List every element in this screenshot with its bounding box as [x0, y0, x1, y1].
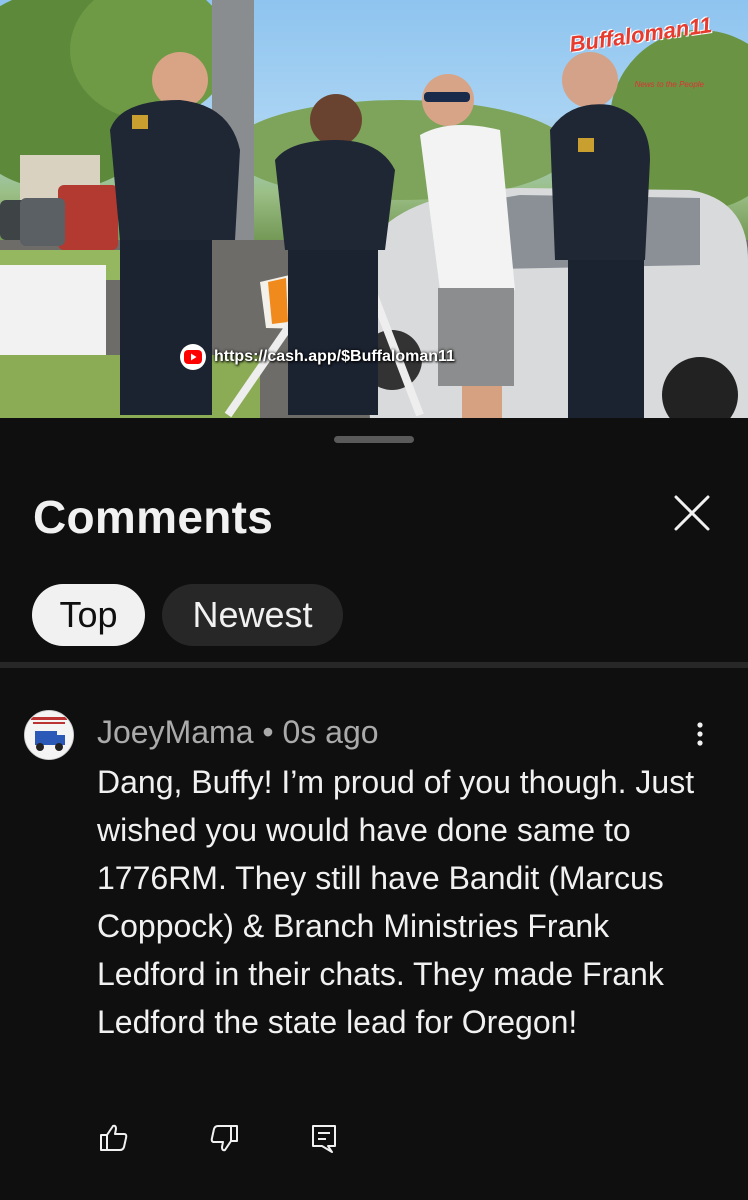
avatar[interactable] — [24, 710, 74, 760]
comment-time: 0s ago — [282, 714, 379, 750]
video-overlay-link[interactable]: https://cash.app/$Buffaloman11 — [180, 344, 455, 370]
close-icon — [674, 495, 710, 531]
dislike-icon — [210, 1125, 238, 1152]
like-button[interactable] — [96, 1120, 132, 1156]
youtube-icon — [180, 344, 206, 370]
filter-chip-newest[interactable]: Newest — [162, 584, 343, 646]
video-player[interactable]: Buffaloman11 News to the People https://… — [0, 0, 748, 418]
reply-button[interactable] — [306, 1120, 342, 1156]
comment-author[interactable]: JoeyMama — [97, 714, 254, 750]
comments-panel: Comments Top Newest JoeyMama • 0s ago Da… — [0, 418, 748, 1200]
watermark-tagline: News to the People — [634, 80, 704, 89]
section-divider — [0, 662, 748, 668]
drag-handle[interactable] — [334, 436, 414, 443]
more-vertical-icon — [697, 722, 703, 746]
comment-text: Dang, Buffy! I’m proud of you though. Ju… — [97, 764, 695, 1040]
comment-header: JoeyMama • 0s ago — [97, 714, 379, 751]
comment-menu-button[interactable] — [684, 718, 716, 750]
like-icon — [100, 1124, 128, 1151]
dislike-button[interactable] — [206, 1120, 242, 1156]
filter-chip-top[interactable]: Top — [32, 584, 145, 646]
meta-separator: • — [262, 714, 274, 750]
comments-title: Comments — [33, 491, 274, 543]
close-button[interactable] — [670, 491, 714, 535]
reply-icon — [312, 1125, 336, 1153]
overlay-url-text: https://cash.app/$Buffaloman11 — [214, 348, 455, 365]
